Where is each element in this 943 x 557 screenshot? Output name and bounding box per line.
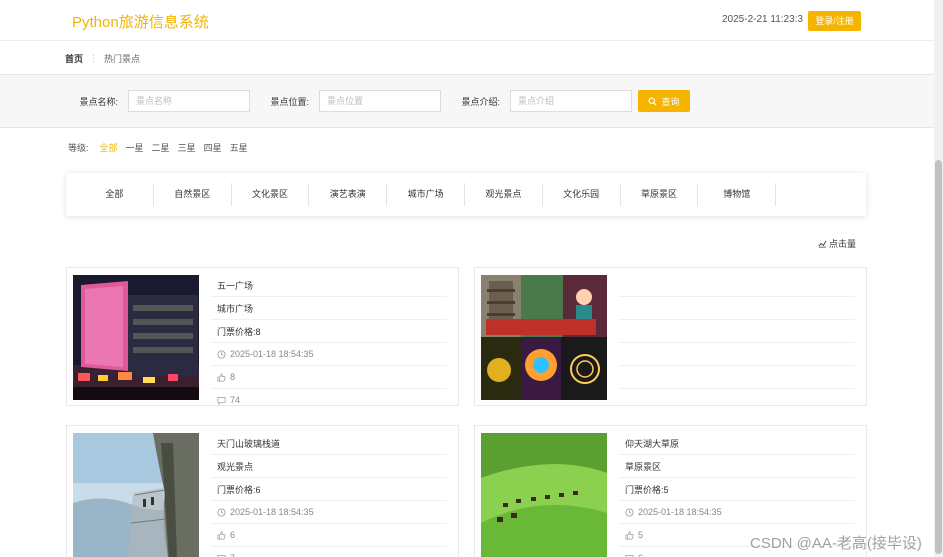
query-button-label: 查询 (661, 96, 680, 107)
level-option-2star[interactable]: 二星 (152, 141, 170, 154)
level-option-1star[interactable]: 一星 (126, 141, 144, 154)
spot-category: 城市广场 (211, 297, 447, 320)
spot-date-row (619, 343, 855, 366)
breadcrumb-current: 热门景点 (104, 54, 141, 64)
spot-likes: 5 (638, 530, 644, 540)
comment-icon (625, 554, 634, 557)
scrollbar-thumb[interactable] (935, 160, 942, 554)
watermark: CSDN @AA-老高(接毕设) (750, 535, 922, 552)
spot-date: 2025-01-18 18:54:35 (230, 349, 314, 359)
spot-comments: 74 (230, 395, 241, 405)
breadcrumb: 首页 ⋮ 热门景点 (65, 52, 140, 65)
location-search-input[interactable] (319, 90, 441, 112)
spot-comments: 7 (230, 553, 235, 557)
name-field-group: 景点名称: (68, 90, 250, 112)
location-field-group: 景点位置: (259, 90, 441, 112)
category-tab-performance[interactable]: 演艺表演 (309, 183, 388, 206)
comment-icon (217, 554, 226, 557)
spot-image[interactable] (481, 275, 607, 400)
category-tab-all[interactable]: 全部 (76, 183, 154, 206)
spot-comments: 6 (638, 553, 643, 557)
search-icon (649, 97, 657, 105)
spot-info: 五一广场 城市广场 门票价格:8 2025-01-18 18:54:35 8 7… (211, 274, 447, 405)
spot-price: 门票价格:8 (211, 320, 447, 343)
intro-field-group: 景点介绍: (450, 90, 632, 112)
site-logo[interactable]: Python旅游信息系统 (72, 11, 209, 32)
spot-info: 天门山玻璃栈道 观光景点 门票价格:6 2025-01-18 18:54:35 … (211, 432, 447, 557)
category-tab-culture-park[interactable]: 文化乐园 (543, 183, 621, 206)
query-button[interactable]: 查询 (638, 90, 690, 112)
spot-image[interactable] (73, 275, 199, 400)
sort-by-clicks[interactable]: 点击量 (818, 237, 856, 250)
spot-likes-row: 8 (211, 366, 447, 389)
level-filter: 等级: 全部 一星 二星 三星 四星 五星 (68, 141, 248, 154)
spot-comments-row (619, 389, 855, 405)
level-option-4star[interactable]: 四星 (204, 141, 222, 154)
search-panel: 景点名称: 景点位置: 景点介绍: 查询 (0, 74, 934, 128)
spot-info (619, 274, 855, 405)
name-search-input[interactable] (128, 90, 250, 112)
chart-icon (818, 240, 827, 248)
spot-card[interactable] (474, 267, 867, 406)
spot-date-row: 2025-01-18 18:54:35 (211, 501, 447, 524)
spot-price (619, 320, 855, 343)
spot-likes: 6 (230, 530, 236, 540)
spot-date-row: 2025-01-18 18:54:35 (619, 501, 855, 524)
category-tab-sightseeing[interactable]: 观光景点 (465, 183, 543, 206)
category-tabs: 全部 自然景区 文化景区 演艺表演 城市广场 观光景点 文化乐园 草原景区 博物… (66, 173, 866, 216)
breadcrumb-separator: ⋮ (89, 53, 99, 63)
thumbs-up-icon (625, 531, 634, 539)
level-option-3star[interactable]: 三星 (178, 141, 196, 154)
spot-title[interactable]: 五一广场 (211, 274, 447, 297)
spot-image[interactable] (73, 433, 199, 557)
thumbs-up-icon (217, 531, 226, 539)
thumbs-up-icon (217, 373, 226, 381)
location-label: 景点位置: (270, 96, 309, 107)
spot-title[interactable]: 天门山玻璃栈道 (211, 432, 447, 455)
spot-price: 门票价格:5 (619, 478, 855, 501)
spot-likes: 8 (230, 372, 236, 382)
intro-search-input[interactable] (510, 90, 632, 112)
spot-date: 2025-01-18 18:54:35 (230, 507, 314, 517)
spot-comments-row: 7 (211, 547, 447, 557)
category-tab-museum[interactable]: 博物馆 (698, 183, 777, 206)
spot-price: 门票价格:6 (211, 478, 447, 501)
spot-comments-row: 74 (211, 389, 447, 405)
spot-date: 2025-01-18 18:54:35 (638, 507, 722, 517)
spot-category: 观光景点 (211, 455, 447, 478)
breadcrumb-home[interactable]: 首页 (65, 52, 83, 65)
login-register-button[interactable]: 登录/注册 (808, 11, 861, 31)
spot-image[interactable] (481, 433, 607, 557)
spot-likes-row: 6 (211, 524, 447, 547)
current-datetime: 2025-2-21 11:23:3 (722, 14, 803, 25)
spot-category: 草原景区 (619, 455, 855, 478)
top-bar: Python旅游信息系统 2025-2-21 11:23:3 登录/注册 (0, 0, 934, 41)
clock-icon (217, 349, 226, 359)
spot-title[interactable] (619, 274, 855, 297)
clock-icon (217, 507, 226, 517)
spot-card[interactable]: 五一广场 城市广场 门票价格:8 2025-01-18 18:54:35 8 7… (66, 267, 459, 406)
intro-label: 景点介绍: (461, 96, 500, 107)
spot-date-row: 2025-01-18 18:54:35 (211, 343, 447, 366)
level-option-5star[interactable]: 五星 (230, 141, 248, 154)
vertical-scrollbar[interactable] (934, 0, 943, 557)
category-tab-culture[interactable]: 文化景区 (232, 183, 310, 206)
level-option-all[interactable]: 全部 (100, 141, 118, 154)
spot-title[interactable]: 仰天湖大草原 (619, 432, 855, 455)
level-label: 等级: (68, 143, 89, 153)
name-label: 景点名称: (79, 96, 118, 107)
comment-icon (217, 396, 226, 405)
spot-card[interactable]: 天门山玻璃栈道 观光景点 门票价格:6 2025-01-18 18:54:35 … (66, 425, 459, 557)
category-tab-plaza[interactable]: 城市广场 (387, 183, 465, 206)
category-tab-grassland[interactable]: 草原景区 (621, 183, 699, 206)
sort-label: 点击量 (829, 239, 857, 249)
spot-likes-row (619, 366, 855, 389)
spot-category (619, 297, 855, 320)
category-tab-nature[interactable]: 自然景区 (154, 183, 232, 206)
clock-icon (625, 507, 634, 517)
